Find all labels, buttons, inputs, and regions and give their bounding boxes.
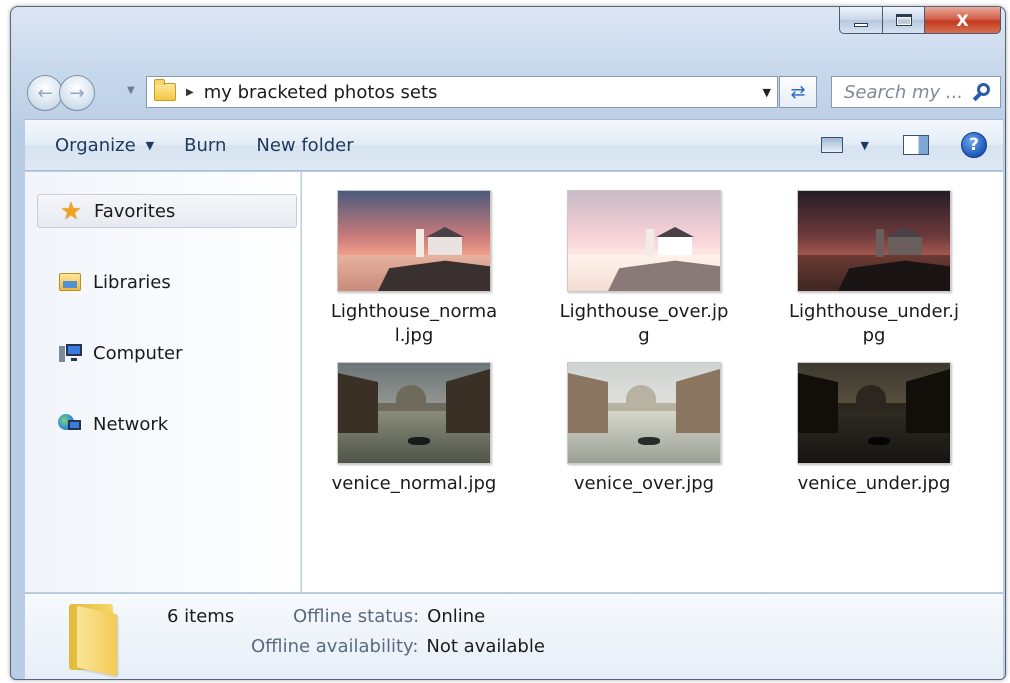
caption-buttons: X bbox=[839, 7, 1001, 36]
file-item[interactable]: venice_under.jpg bbox=[779, 362, 969, 496]
file-name: venice_over.jpg bbox=[573, 473, 715, 494]
view-options-dropdown-icon[interactable]: ▼ bbox=[861, 139, 869, 152]
refresh-button[interactable]: ⇄ bbox=[779, 76, 817, 108]
back-arrow-icon: ← bbox=[37, 82, 53, 104]
file-item[interactable]: venice_over.jpg bbox=[549, 362, 739, 496]
details-pane: 6 items Offline status: Online Offline a… bbox=[25, 593, 1003, 679]
maximize-button[interactable] bbox=[883, 7, 925, 34]
refresh-icon: ⇄ bbox=[790, 81, 806, 103]
preview-pane-icon[interactable] bbox=[903, 135, 929, 155]
file-name: venice_under.jpg bbox=[797, 473, 951, 494]
sidebar-item-label: Favorites bbox=[94, 200, 176, 222]
file-item[interactable]: venice_normal.jpg bbox=[319, 362, 509, 496]
image-thumbnail bbox=[567, 190, 721, 292]
address-dropdown-icon[interactable]: ▼ bbox=[763, 86, 771, 99]
folder-icon bbox=[154, 79, 176, 101]
sidebar-item-computer[interactable]: Computer bbox=[37, 336, 297, 370]
sidebar-item-libraries[interactable]: Libraries bbox=[37, 265, 297, 299]
forward-button[interactable]: → bbox=[59, 75, 95, 111]
chevron-down-icon: ▼ bbox=[145, 138, 155, 152]
command-bar: Organize ▼ Burn New folder ▼ ? bbox=[25, 119, 1003, 171]
sidebar-item-network[interactable]: Network bbox=[37, 407, 297, 441]
change-view-icon[interactable] bbox=[820, 137, 843, 153]
file-name: Lighthouse_normal.jpg bbox=[330, 301, 498, 346]
explorer-window: X ← → ▼ ▶ my bracketed photos sets ▼ ⇄ S… bbox=[10, 6, 1006, 680]
folder-icon bbox=[69, 604, 121, 677]
star-icon: ★ bbox=[60, 197, 82, 225]
new-folder-label: New folder bbox=[256, 134, 354, 156]
file-item[interactable]: Lighthouse_over.jpg bbox=[549, 190, 739, 348]
image-thumbnail bbox=[797, 190, 951, 292]
sidebar-item-favorites[interactable]: ★ Favorites bbox=[37, 194, 297, 228]
computer-icon bbox=[57, 341, 83, 365]
command-bar-right: ▼ ? bbox=[820, 132, 987, 158]
recent-pages-dropdown[interactable]: ▼ bbox=[127, 85, 135, 96]
search-box[interactable]: Search my ... bbox=[831, 76, 1001, 108]
minimize-button[interactable] bbox=[839, 7, 883, 34]
maximize-icon bbox=[895, 14, 912, 26]
offline-status: Offline status: Online bbox=[293, 606, 485, 627]
burn-label: Burn bbox=[184, 134, 227, 156]
file-name: Lighthouse_over.jpg bbox=[559, 301, 729, 346]
organize-button[interactable]: Organize ▼ bbox=[55, 135, 154, 156]
image-thumbnail bbox=[567, 362, 721, 464]
item-count: 6 items bbox=[167, 606, 235, 627]
file-list: Lighthouse_normal.jpg Lighthouse_over.jp… bbox=[302, 172, 1003, 592]
breadcrumb-arrow-icon[interactable]: ▶ bbox=[186, 87, 194, 98]
file-item[interactable]: Lighthouse_under.jpg bbox=[779, 190, 969, 348]
offline-availability-value: Not available bbox=[426, 636, 545, 657]
sidebar-item-label: Libraries bbox=[93, 271, 171, 293]
search-input[interactable]: Search my ... bbox=[844, 82, 963, 103]
offline-status-value: Online bbox=[427, 606, 486, 627]
file-item[interactable]: Lighthouse_normal.jpg bbox=[319, 190, 509, 348]
address-bar[interactable]: ▶ my bracketed photos sets ▼ bbox=[146, 76, 778, 108]
offline-status-label: Offline status: bbox=[293, 606, 420, 627]
sidebar-item-label: Computer bbox=[93, 342, 183, 364]
back-button[interactable]: ← bbox=[27, 75, 63, 111]
close-button[interactable]: X bbox=[925, 7, 1001, 34]
organize-label: Organize bbox=[55, 134, 136, 156]
offline-availability: Offline availability: Not available bbox=[251, 636, 545, 657]
libraries-icon bbox=[57, 270, 83, 294]
minimize-icon bbox=[854, 23, 868, 27]
address-row: ← → ▼ ▶ my bracketed photos sets ▼ ⇄ Sea… bbox=[11, 71, 1005, 117]
breadcrumb-current[interactable]: my bracketed photos sets bbox=[204, 82, 438, 103]
file-name: Lighthouse_under.jpg bbox=[789, 301, 959, 346]
search-icon[interactable] bbox=[972, 82, 992, 102]
offline-availability-label: Offline availability: bbox=[251, 636, 419, 657]
new-folder-button[interactable]: New folder bbox=[256, 135, 353, 156]
help-icon[interactable]: ? bbox=[961, 132, 987, 158]
image-thumbnail bbox=[797, 362, 951, 464]
close-icon: X bbox=[956, 10, 969, 30]
file-name: venice_normal.jpg bbox=[331, 473, 497, 494]
network-icon bbox=[57, 412, 83, 436]
navigation-pane: ★ Favorites Libraries Computer Network bbox=[25, 172, 301, 592]
image-thumbnail bbox=[337, 362, 491, 464]
sidebar-item-label: Network bbox=[93, 413, 169, 435]
image-thumbnail bbox=[337, 190, 491, 292]
forward-arrow-icon: → bbox=[69, 82, 85, 104]
burn-button[interactable]: Burn bbox=[184, 135, 226, 156]
